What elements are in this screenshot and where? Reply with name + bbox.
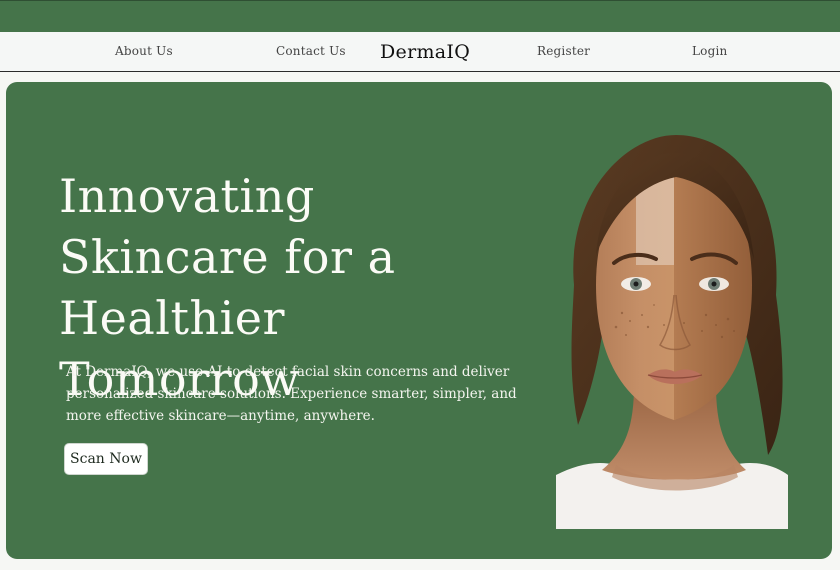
top-banner-strip xyxy=(0,0,840,32)
hero-section: Innovating Skincare for a Healthier Tomo… xyxy=(6,82,832,559)
top-navbar: About Us Contact Us DermaIQ Register Log… xyxy=(0,32,840,72)
brand-logo-text[interactable]: DermaIQ xyxy=(380,32,470,72)
scan-now-button[interactable]: Scan Now xyxy=(64,443,148,475)
nav-link-contact[interactable]: Contact Us xyxy=(276,32,346,72)
nav-link-register[interactable]: Register xyxy=(537,32,590,72)
hero-description: At DermaIQ, we use AI to detect facial s… xyxy=(66,364,517,424)
hero-portrait-image xyxy=(556,135,788,529)
nav-link-about[interactable]: About Us xyxy=(115,32,173,72)
nav-link-login[interactable]: Login xyxy=(692,32,727,72)
